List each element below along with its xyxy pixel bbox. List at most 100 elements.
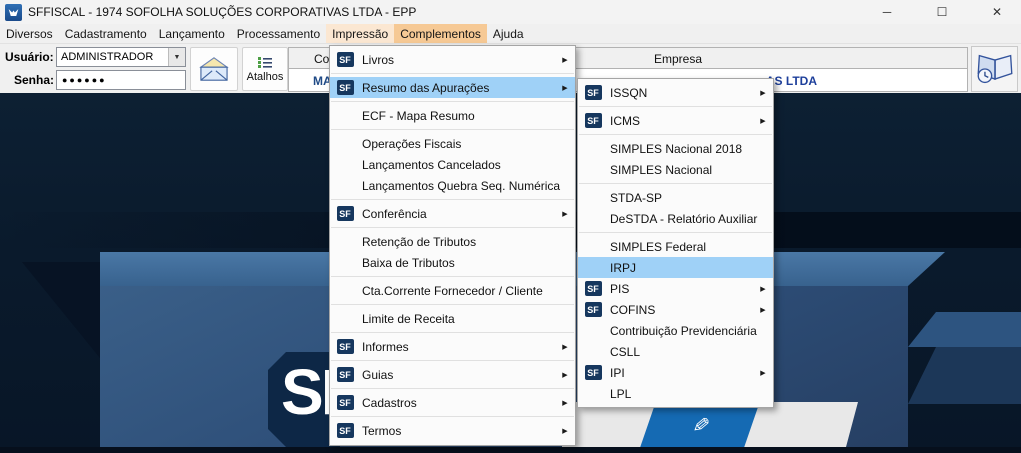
- sf-badge-icon: SF: [337, 80, 354, 95]
- menu-item-cadastros[interactable]: SF Cadastros ▶: [330, 392, 575, 413]
- menu-separator: [578, 180, 773, 187]
- list-icon: [258, 56, 272, 68]
- user-combobox[interactable]: ADMINISTRADOR ▼: [56, 47, 186, 67]
- menu-separator: [330, 126, 575, 133]
- empresa-column-header: Empresa: [654, 52, 702, 66]
- sf-badge-icon: SF: [337, 339, 354, 354]
- user-label: Usuário:: [5, 50, 54, 64]
- menu-item-label: IPI: [608, 366, 755, 380]
- menu-item-termos[interactable]: SF Termos ▶: [330, 420, 575, 441]
- menu-item-guias[interactable]: SF Guias ▶: [330, 364, 575, 385]
- bg-bottom-strip: [0, 447, 1021, 453]
- menu-separator: [330, 301, 575, 308]
- menu-bar: Diversos Cadastramento Lançamento Proces…: [0, 24, 1021, 44]
- menu-item-label: IRPJ: [608, 261, 771, 275]
- submenu-arrow-icon: ▶: [755, 285, 771, 293]
- sf-badge-icon: SF: [585, 281, 602, 296]
- menu-separator: [330, 196, 575, 203]
- bg-triangle: [22, 262, 100, 358]
- menu-item-label: SIMPLES Federal: [608, 240, 771, 254]
- menubar-item-cadastramento[interactable]: Cadastramento: [59, 24, 153, 43]
- password-field[interactable]: ●●●●●●: [56, 70, 186, 90]
- menubar-item-processamento[interactable]: Processamento: [231, 24, 326, 43]
- menu-item-label: CSLL: [608, 345, 771, 359]
- menu-item-operacoes-fiscais[interactable]: Operações Fiscais: [330, 133, 575, 154]
- close-button[interactable]: ✕: [975, 0, 1019, 24]
- sf-badge-icon: SF: [337, 423, 354, 438]
- shortcuts-button[interactable]: Atalhos: [242, 47, 288, 91]
- menu-item-label: Contribuição Previdenciária: [608, 324, 771, 338]
- submenu-item-irpj[interactable]: IRPJ: [578, 257, 773, 278]
- submenu-item-ipi[interactable]: SF IPI ▶: [578, 362, 773, 383]
- submenu-item-issqn[interactable]: SF ISSQN ▶: [578, 82, 773, 103]
- menu-item-lancamentos-cancelados[interactable]: Lançamentos Cancelados: [330, 154, 575, 175]
- pencil-icon: ✎: [687, 415, 713, 435]
- envelope-icon: [197, 55, 231, 83]
- chevron-down-icon[interactable]: ▼: [168, 48, 185, 66]
- mail-button[interactable]: [190, 47, 238, 91]
- menu-separator: [578, 103, 773, 110]
- menu-item-label: Termos: [360, 424, 557, 438]
- submenu-arrow-icon: ▶: [557, 84, 573, 92]
- submenu-item-simples-nacional[interactable]: SIMPLES Nacional: [578, 159, 773, 180]
- menu-item-cta-corrente[interactable]: Cta.Corrente Fornecedor / Cliente: [330, 280, 575, 301]
- menu-separator: [330, 357, 575, 364]
- menubar-item-lancamento[interactable]: Lançamento: [153, 24, 231, 43]
- submenu-item-lpl[interactable]: LPL: [578, 383, 773, 404]
- window-title: SFFISCAL - 1974 SOFOLHA SOLUÇÕES CORPORA…: [28, 5, 416, 19]
- menu-separator: [330, 329, 575, 336]
- menu-item-label: Lançamentos Cancelados: [360, 158, 573, 172]
- submenu-item-simples-federal[interactable]: SIMPLES Federal: [578, 236, 773, 257]
- bg-blue-tab: ✎: [640, 402, 759, 447]
- menu-item-label: Informes: [360, 340, 557, 354]
- menu-item-limite-de-receita[interactable]: Limite de Receita: [330, 308, 575, 329]
- menu-item-retencao-de-tributos[interactable]: Retenção de Tributos: [330, 231, 575, 252]
- menu-item-livros[interactable]: SF Livros ▶: [330, 49, 575, 70]
- minimize-button[interactable]: ─: [865, 0, 909, 24]
- password-label: Senha:: [14, 73, 54, 87]
- menu-separator: [330, 273, 575, 280]
- submenu-arrow-icon: ▶: [557, 427, 573, 435]
- menu-item-informes[interactable]: SF Informes ▶: [330, 336, 575, 357]
- menu-item-label: STDA-SP: [608, 191, 771, 205]
- user-combobox-value: ADMINISTRADOR: [61, 51, 153, 63]
- submenu-item-cofins[interactable]: SF COFINS ▶: [578, 299, 773, 320]
- menu-item-label: DeSTDA - Relatório Auxiliar: [608, 212, 771, 226]
- menu-item-label: COFINS: [608, 303, 755, 317]
- maximize-button[interactable]: ☐: [920, 0, 964, 24]
- menubar-item-ajuda[interactable]: Ajuda: [487, 24, 530, 43]
- menu-separator: [578, 229, 773, 236]
- menu-item-resumo-das-apuracoes[interactable]: SF Resumo das Apurações ▶: [330, 77, 575, 98]
- menubar-item-impressao[interactable]: Impressão: [326, 24, 394, 43]
- menubar-item-complementos[interactable]: Complementos: [394, 24, 487, 43]
- submenu-arrow-icon: ▶: [557, 343, 573, 351]
- submenu-item-contribuicao-previdenciaria[interactable]: Contribuição Previdenciária: [578, 320, 773, 341]
- open-book-clock-icon: [976, 53, 1014, 85]
- menu-item-lancamentos-quebra[interactable]: Lançamentos Quebra Seq. Numérica: [330, 175, 575, 196]
- sf-badge-icon: SF: [585, 302, 602, 317]
- menu-item-conferencia[interactable]: SF Conferência ▶: [330, 203, 575, 224]
- submenu-item-pis[interactable]: SF PIS ▶: [578, 278, 773, 299]
- menu-item-label: Lançamentos Quebra Seq. Numérica: [360, 179, 573, 193]
- left-cell-value-fragment: MA: [313, 74, 329, 88]
- menu-item-label: ECF - Mapa Resumo: [360, 109, 573, 123]
- submenu-item-stda-sp[interactable]: STDA-SP: [578, 187, 773, 208]
- shortcuts-button-label: Atalhos: [247, 71, 284, 83]
- menu-item-ecf-mapa-resumo[interactable]: ECF - Mapa Resumo: [330, 105, 575, 126]
- submenu-item-csll[interactable]: CSLL: [578, 341, 773, 362]
- menu-item-label: Cta.Corrente Fornecedor / Cliente: [360, 284, 573, 298]
- menu-item-label: Guias: [360, 368, 557, 382]
- submenu-item-icms[interactable]: SF ICMS ▶: [578, 110, 773, 131]
- menu-item-label: Limite de Receita: [360, 312, 573, 326]
- submenu-item-destda[interactable]: DeSTDA - Relatório Auxiliar: [578, 208, 773, 229]
- sf-badge-icon: SF: [337, 395, 354, 410]
- menu-item-baixa-de-tributos[interactable]: Baixa de Tributos: [330, 252, 575, 273]
- menu-separator: [578, 131, 773, 138]
- help-book-button[interactable]: [971, 46, 1018, 92]
- menu-item-label: PIS: [608, 282, 755, 296]
- menu-item-label: LPL: [608, 387, 771, 401]
- menu-separator: [330, 224, 575, 231]
- app-icon: [5, 4, 22, 21]
- submenu-item-simples-nacional-2018[interactable]: SIMPLES Nacional 2018: [578, 138, 773, 159]
- menubar-item-diversos[interactable]: Diversos: [0, 24, 59, 43]
